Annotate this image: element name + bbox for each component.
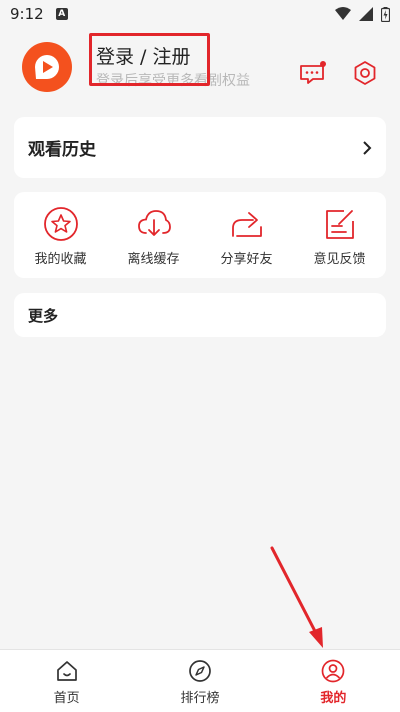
feedback-label: 意见反馈 (313, 252, 366, 267)
login-subtitle: 登录后享受更多看剧权益 (96, 73, 250, 89)
download-cloud-icon (137, 210, 171, 236)
status-bar: 9:12 A (0, 0, 400, 28)
profile-header: 登录 / 注册 登录后享受更多看剧权益 (0, 36, 400, 104)
offline-cache-label: 离线缓存 (127, 252, 180, 267)
more-row[interactable]: 更多 (14, 293, 386, 337)
wifi-icon (335, 7, 351, 20)
feedback-edit-icon (325, 210, 354, 239)
nav-mine-label: 我的 (320, 691, 347, 706)
accessibility-icon: A (55, 8, 68, 20)
signal-icon (359, 7, 373, 21)
favorites-label: 我的收藏 (34, 252, 87, 267)
home-icon (56, 661, 77, 681)
status-icons (335, 6, 390, 22)
star-icon (43, 207, 78, 241)
chevron-right-icon (363, 140, 372, 155)
login-register-link[interactable]: 登录 / 注册 (96, 42, 190, 69)
watch-history-row[interactable]: 观看历史 (14, 117, 386, 178)
status-time: 9:12 (10, 5, 44, 23)
compass-icon (189, 660, 211, 682)
share-icon (231, 212, 262, 237)
settings-icon[interactable] (351, 59, 379, 87)
user-icon (321, 659, 345, 683)
share-friends-button[interactable]: 分享好友 (200, 192, 293, 278)
quick-actions-card: 我的收藏 离线缓存 分享好友 意见反馈 (14, 192, 386, 278)
nav-ranking-label: 排行榜 (180, 691, 220, 706)
battery-charging-icon (381, 6, 390, 22)
share-friends-label: 分享好友 (220, 252, 273, 267)
app-logo-avatar[interactable] (22, 42, 72, 92)
favorites-button[interactable]: 我的收藏 (14, 192, 107, 278)
nav-home-label: 首页 (53, 691, 80, 706)
bottom-nav: 首页 排行榜 我的 (0, 649, 400, 712)
message-badge (320, 61, 326, 67)
annotation-arrow (270, 546, 323, 648)
offline-cache-button[interactable]: 离线缓存 (107, 192, 200, 278)
nav-mine[interactable]: 我的 (267, 650, 400, 712)
feedback-button[interactable]: 意见反馈 (293, 192, 386, 278)
nav-ranking[interactable]: 排行榜 (133, 650, 266, 712)
nav-home[interactable]: 首页 (0, 650, 133, 712)
message-icon[interactable] (298, 60, 326, 86)
more-label: 更多 (28, 306, 59, 325)
watch-history-label: 观看历史 (28, 140, 96, 160)
